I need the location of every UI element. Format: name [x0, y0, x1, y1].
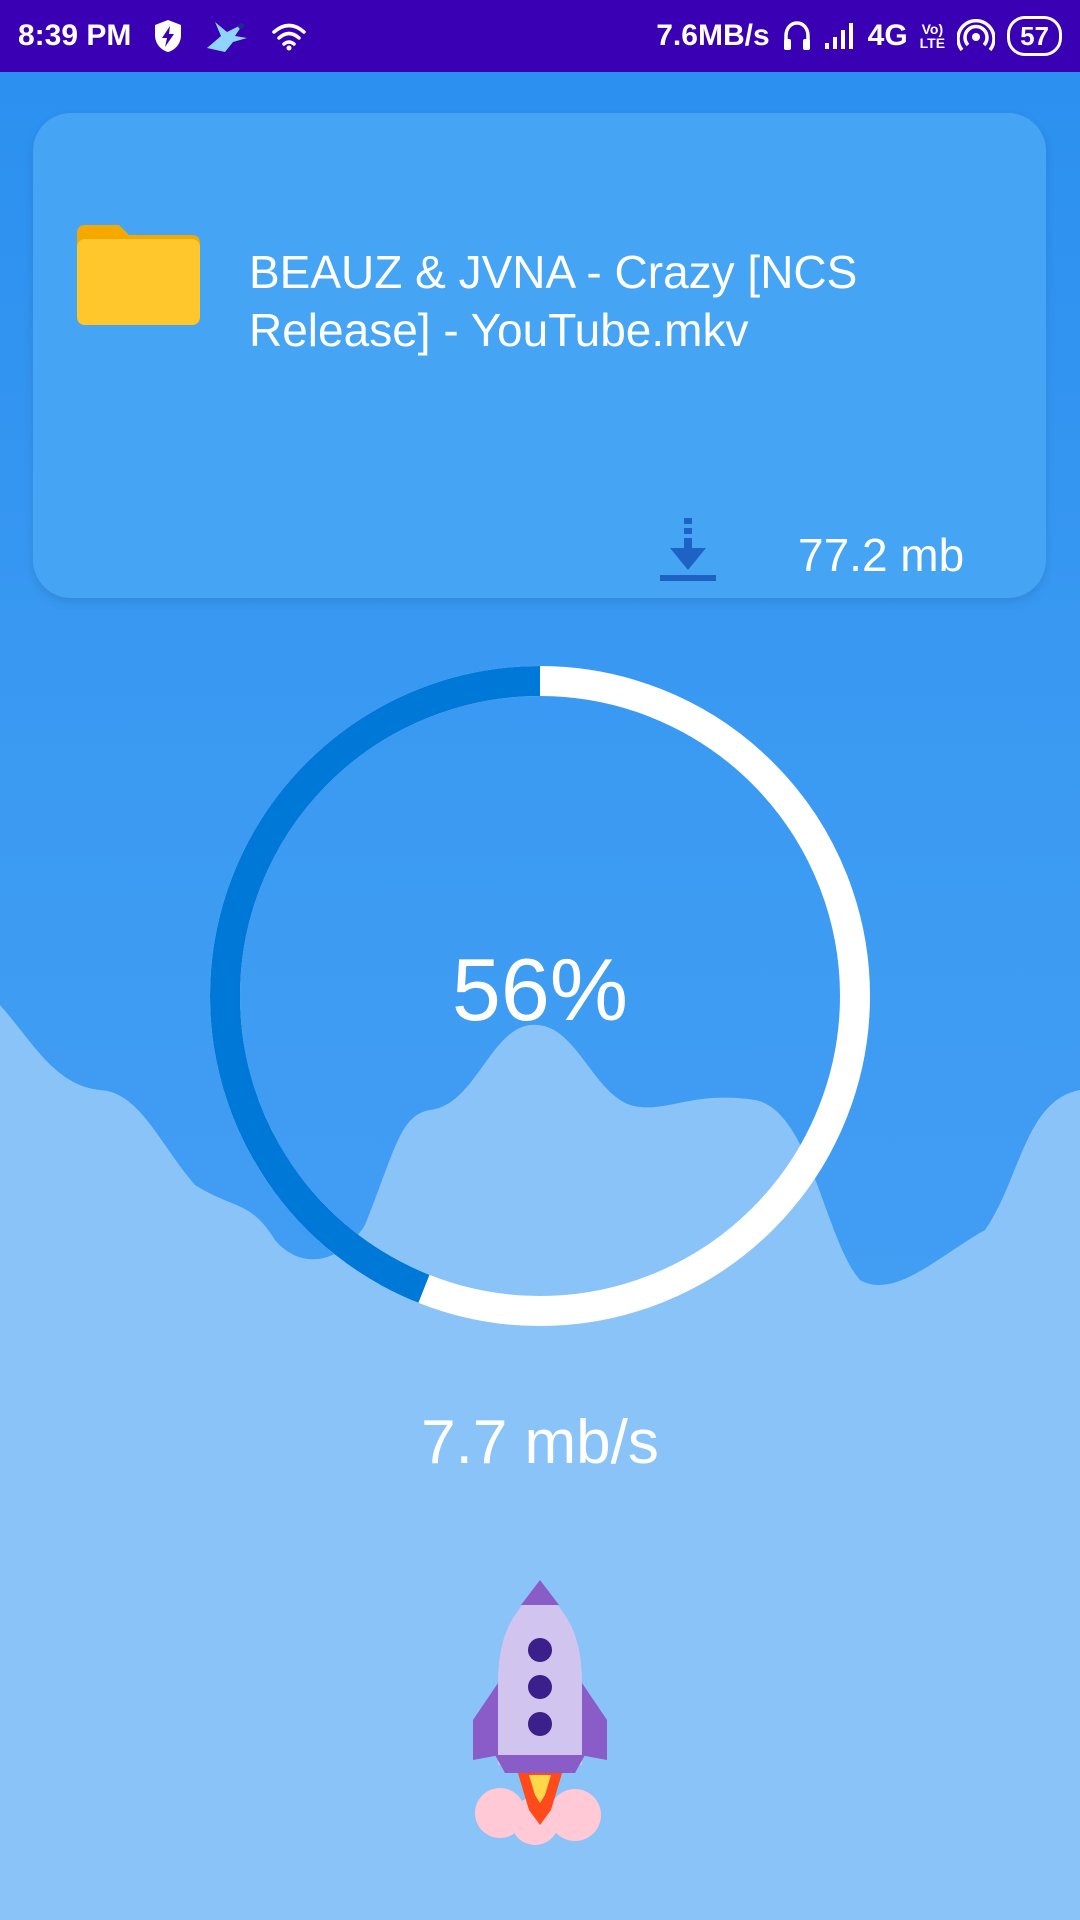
download-file-card[interactable]: BEAUZ & JVNA - Crazy [NCS Release] - You… — [33, 113, 1046, 598]
download-icon[interactable] — [658, 518, 718, 582]
progress-percent: 56% — [451, 940, 629, 1039]
download-speed: 7.7 mb/s — [421, 1408, 659, 1477]
file-size: 77.2 mb — [798, 529, 965, 581]
file-name: BEAUZ & JVNA - Crazy [NCS Release] - You… — [249, 246, 858, 356]
folder-icon — [77, 225, 200, 325]
rocket-icon — [473, 1580, 607, 1845]
